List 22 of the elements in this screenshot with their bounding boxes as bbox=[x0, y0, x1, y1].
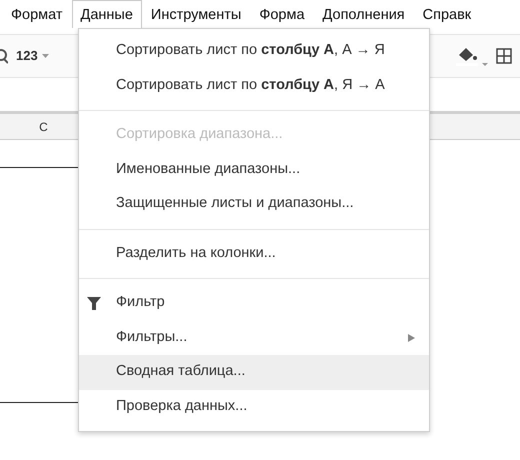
menu-bar-item[interactable]: Форма bbox=[250, 0, 314, 28]
menu-bar-item[interactable]: Инструменты bbox=[142, 0, 250, 28]
menu-item[interactable]: Сортировать лист по столбцу A, Я → А bbox=[79, 68, 429, 103]
number-format-button[interactable]: 123 bbox=[16, 46, 49, 66]
menu-item[interactable]: Именованные диапазоны... bbox=[79, 152, 429, 187]
menu-bar-item[interactable]: Формат bbox=[2, 0, 72, 28]
caret-icon bbox=[42, 54, 49, 58]
menu-item[interactable]: Сортировать лист по столбцу A, А → Я bbox=[79, 34, 429, 68]
caret-icon bbox=[482, 63, 488, 66]
menu-item[interactable]: Фильтр bbox=[79, 286, 429, 320]
menu-item[interactable]: Сводная таблица... bbox=[79, 355, 429, 390]
filter-icon bbox=[87, 297, 101, 310]
menu-bar-item[interactable]: Дополнения bbox=[314, 0, 414, 28]
zoom-icon[interactable] bbox=[0, 48, 8, 64]
menu-item[interactable]: Защищенные листы и диапазоны... bbox=[79, 187, 429, 222]
menu-item[interactable]: Разделить на колонки... bbox=[79, 236, 429, 271]
menu-bar-item[interactable]: Справк bbox=[414, 0, 480, 28]
borders-icon[interactable] bbox=[496, 48, 512, 64]
menu-item[interactable]: Фильтры... bbox=[79, 320, 429, 355]
menu-bar-item[interactable]: Данные bbox=[72, 0, 142, 28]
submenu-arrow-icon bbox=[408, 334, 415, 342]
menu-item[interactable]: Проверка данных... bbox=[79, 390, 429, 424]
